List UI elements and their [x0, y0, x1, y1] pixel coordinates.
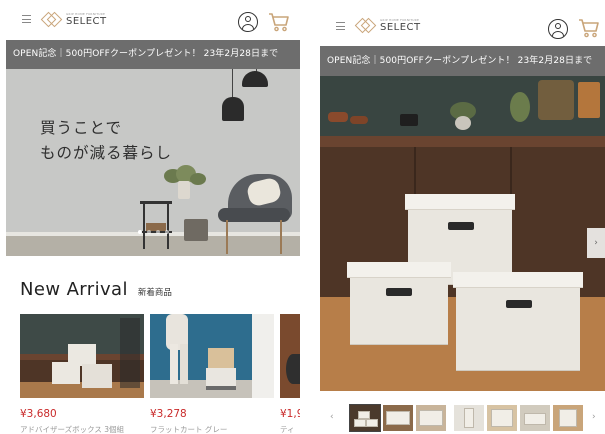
logo[interactable]: GRIP HOME FURNITURE SELECT — [40, 10, 107, 30]
thumbnail[interactable] — [416, 405, 446, 431]
next-thumb-arrow[interactable]: › — [592, 412, 596, 422]
product-image[interactable] — [150, 314, 274, 398]
hero-carousel[interactable]: 買うことで ものが減る暮らし — [6, 69, 300, 256]
carousel-dot[interactable] — [165, 230, 169, 234]
home-screen: GRIP HOME FURNITURE SELECT OPEN記念｜500円OF… — [6, 0, 300, 434]
storage-box — [453, 272, 583, 370]
logo-name: SELECT — [380, 22, 421, 33]
cart-icon[interactable] — [268, 12, 290, 32]
thumbnail[interactable] — [454, 405, 484, 431]
product-price: ¥3,680 — [20, 408, 57, 420]
promo-banner[interactable]: OPEN記念｜500円OFFクーポンプレゼント！ 23年2月28日まで — [320, 46, 605, 76]
account-icon[interactable] — [548, 19, 568, 39]
account-icon[interactable] — [238, 12, 258, 32]
hamburger-icon[interactable] — [22, 15, 31, 23]
hamburger-icon[interactable] — [336, 22, 345, 30]
product-image-main[interactable]: › — [320, 76, 605, 391]
promo-banner[interactable]: OPEN記念｜500円OFFクーポンプレゼント！ 23年2月28日まで — [6, 40, 300, 69]
side-table — [140, 201, 172, 249]
thumbnail[interactable] — [553, 405, 583, 431]
product-image[interactable] — [20, 314, 144, 398]
section-header: New Arrival 新着商品 — [20, 279, 172, 300]
storage-box — [347, 262, 451, 344]
section-title: New Arrival — [20, 279, 128, 300]
product-price: ¥1,9 — [280, 408, 300, 420]
product-card[interactable]: ¥3,680 アドバイザーズボックス 3個組 — [20, 314, 144, 434]
thumbnail[interactable] — [487, 405, 517, 431]
carousel-dot[interactable] — [156, 230, 160, 234]
pendant-lamp-icon — [222, 97, 244, 121]
logo-name: SELECT — [66, 16, 107, 27]
thumbnail[interactable] — [383, 405, 413, 431]
product-card[interactable]: ¥1,9 ティ — [280, 314, 300, 434]
product-card[interactable]: ¥3,278 フラットカート グレー — [150, 314, 274, 434]
prev-thumb-arrow[interactable]: ‹ — [330, 412, 334, 422]
site-header: GRIP HOME FURNITURE SELECT — [320, 0, 605, 40]
product-detail-screen: GRIP HOME FURNITURE SELECT OPEN記念｜500円OF… — [320, 0, 605, 434]
product-name[interactable]: アドバイザーズボックス 3個組 — [20, 424, 144, 434]
product-price: ¥3,278 — [150, 408, 187, 420]
hero-copy: 買うことで ものが減る暮らし — [40, 119, 173, 162]
thumbnail-strip: ‹ › — [320, 404, 605, 432]
carousel-dot[interactable] — [147, 230, 151, 234]
logo-mark-icon — [40, 10, 63, 30]
next-image-arrow[interactable]: › — [587, 228, 605, 258]
carousel-dots[interactable] — [138, 230, 169, 234]
logo-mark-icon — [354, 16, 377, 36]
product-image[interactable] — [280, 314, 300, 398]
thumbnail[interactable] — [349, 404, 381, 432]
carousel-dot[interactable] — [138, 230, 142, 234]
product-name[interactable]: ティ — [280, 424, 300, 434]
thumbnail[interactable] — [520, 405, 550, 431]
logo[interactable]: GRIP HOME FURNITURE SELECT — [354, 16, 421, 36]
cart-icon[interactable] — [578, 18, 600, 38]
section-subtitle: 新着商品 — [137, 288, 172, 298]
armchair — [218, 174, 298, 256]
site-header: GRIP HOME FURNITURE SELECT — [6, 0, 300, 40]
pendant-lamp-icon — [242, 71, 268, 87]
product-name[interactable]: フラットカート グレー — [150, 424, 274, 434]
